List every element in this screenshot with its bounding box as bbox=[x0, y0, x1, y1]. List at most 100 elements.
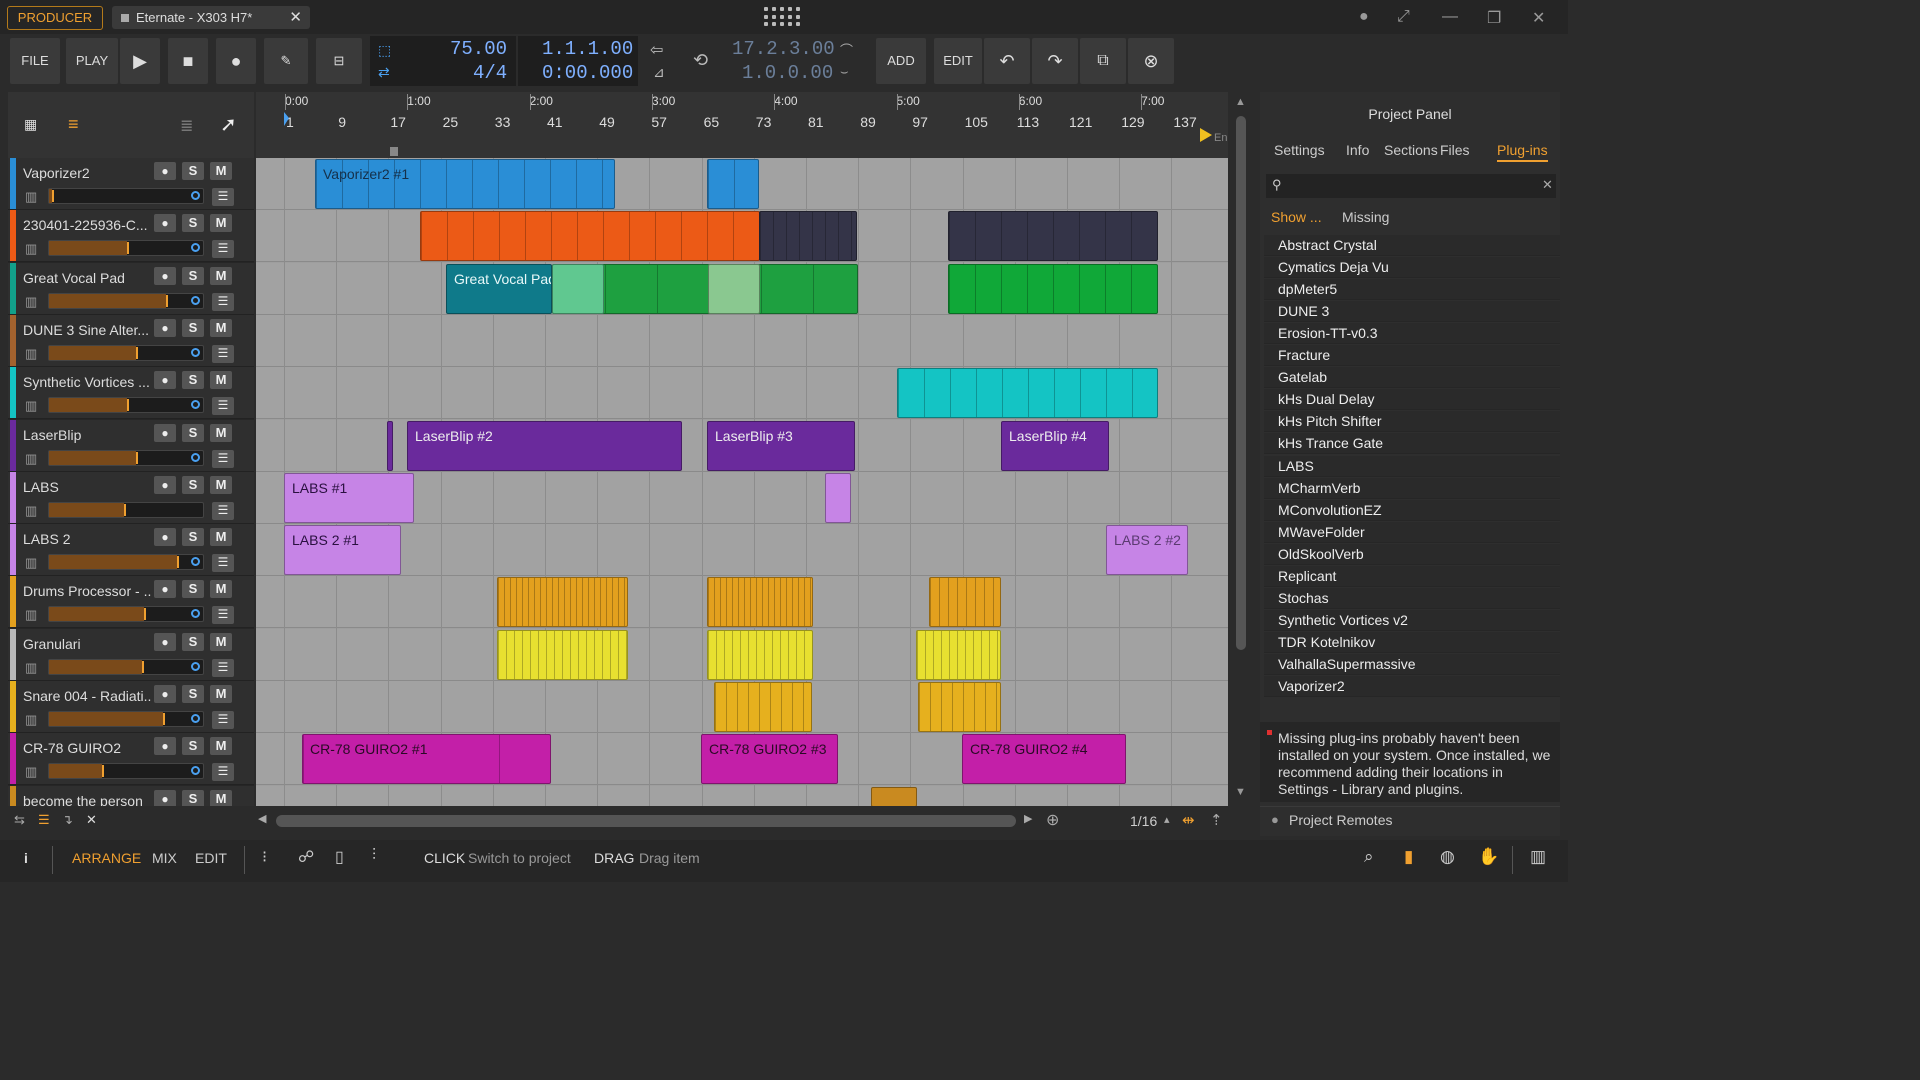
track-name[interactable]: LABS bbox=[23, 479, 151, 495]
plugin-list-item[interactable]: ValhallaSupermassive bbox=[1264, 653, 1560, 675]
track-activate-button[interactable]: ● bbox=[154, 528, 176, 547]
clip[interactable]: CR-78 GUIRO2 #4 bbox=[962, 734, 1126, 785]
clip[interactable] bbox=[552, 263, 604, 314]
clip[interactable] bbox=[714, 682, 812, 732]
position-display[interactable]: 1.1.1.00 0:00.000 bbox=[518, 36, 638, 86]
plugin-list-item[interactable]: DUNE 3 bbox=[1264, 301, 1560, 323]
track-lane[interactable] bbox=[256, 314, 1228, 367]
vertical-scrollbar[interactable]: ▲ ▼ bbox=[1230, 92, 1252, 806]
mixer-icon[interactable]: ⫶ bbox=[372, 847, 376, 865]
copy-icon[interactable]: ⧉ bbox=[1080, 38, 1126, 84]
mute-button[interactable]: M bbox=[210, 632, 232, 651]
solo-button[interactable]: S bbox=[182, 580, 204, 599]
volume-knob[interactable] bbox=[127, 399, 129, 412]
clip[interactable] bbox=[708, 263, 760, 314]
remote-icon[interactable]: ◍ bbox=[1440, 847, 1455, 867]
swap-icon[interactable]: ⇆ bbox=[14, 812, 25, 828]
filter-missing[interactable]: Missing bbox=[1342, 209, 1389, 225]
volume-slider[interactable] bbox=[48, 763, 204, 780]
monitor-icon[interactable] bbox=[191, 347, 200, 357]
track-menu-icon[interactable]: ☰ bbox=[212, 292, 234, 311]
clip[interactable]: LABS 2 #2 bbox=[1106, 525, 1188, 576]
device-chain-icon[interactable]: ☍ bbox=[298, 847, 314, 867]
volume-slider[interactable] bbox=[48, 554, 204, 571]
solo-button[interactable]: S bbox=[182, 632, 204, 651]
monitor-icon[interactable] bbox=[191, 766, 200, 776]
clip[interactable]: CR-78 GUIRO2 #3 bbox=[701, 734, 838, 785]
info-icon[interactable]: i bbox=[24, 850, 28, 866]
plugin-list-item[interactable]: MCharmVerb bbox=[1264, 477, 1560, 499]
track-menu-icon[interactable]: ☰ bbox=[212, 240, 234, 259]
grid-dropdown-icon[interactable]: ▴ bbox=[1164, 813, 1170, 826]
track-header[interactable]: become the person ● S M bbox=[8, 785, 254, 806]
volume-knob[interactable] bbox=[127, 242, 129, 255]
solo-button[interactable]: S bbox=[182, 475, 204, 494]
volume-knob[interactable] bbox=[136, 346, 138, 359]
solo-button[interactable]: S bbox=[182, 737, 204, 756]
mute-button[interactable]: M bbox=[210, 737, 232, 756]
tab-info[interactable]: Info bbox=[1346, 142, 1369, 158]
clip[interactable]: Vaporizer2 #1 bbox=[315, 159, 615, 209]
solo-button[interactable]: S bbox=[182, 162, 204, 180]
track-header[interactable]: LABS ● S M ▥ ☰ bbox=[8, 471, 254, 524]
browser-icon[interactable]: ▮ bbox=[1404, 847, 1413, 867]
track-header[interactable]: Granulari ● S M ▥ ☰ bbox=[8, 628, 254, 681]
volume-knob[interactable] bbox=[163, 713, 165, 725]
track-name[interactable]: Vaporizer2 bbox=[23, 165, 151, 181]
plugin-list-item[interactable]: Vaporizer2 bbox=[1264, 676, 1560, 697]
volume-slider[interactable] bbox=[48, 240, 204, 257]
volume-slider[interactable] bbox=[48, 292, 204, 309]
track-menu-icon[interactable]: ☰ bbox=[212, 344, 234, 363]
clip[interactable] bbox=[707, 159, 759, 209]
clip[interactable] bbox=[707, 577, 813, 628]
automation-write-icon[interactable]: ✎ bbox=[264, 38, 308, 84]
track-activate-button[interactable]: ● bbox=[154, 685, 176, 703]
monitor-icon[interactable] bbox=[191, 191, 200, 200]
clip[interactable] bbox=[759, 211, 857, 262]
fade-in-icon[interactable]: ⌒ bbox=[840, 40, 853, 59]
track-header[interactable]: LaserBlip ● S M ▥ ☰ bbox=[8, 419, 254, 472]
volume-knob[interactable] bbox=[124, 503, 126, 516]
pointer-tool-icon[interactable]: ➚ bbox=[220, 112, 237, 137]
undo-icon[interactable]: ↶ bbox=[984, 38, 1030, 84]
volume-knob[interactable] bbox=[166, 294, 168, 307]
track-activate-button[interactable]: ● bbox=[154, 423, 176, 442]
mute-button[interactable]: M bbox=[210, 318, 232, 337]
scroll-right-icon[interactable]: ▶ bbox=[1024, 812, 1032, 825]
adaptive-grid-icon[interactable]: ⇡ bbox=[1210, 811, 1223, 829]
arranger[interactable]: 0:00 1:00 2:00 3:00 4:00 5:00 6:00 7:00 1 9 17 25 33… bbox=[256, 92, 1228, 806]
plugin-list-item[interactable]: kHs Trance Gate bbox=[1264, 433, 1560, 455]
track-menu-icon[interactable]: ☰ bbox=[212, 397, 234, 416]
track-activate-button[interactable]: ● bbox=[154, 371, 176, 390]
track-activate-button[interactable]: ● bbox=[154, 266, 176, 285]
clip[interactable] bbox=[948, 263, 1158, 314]
track-menu-icon[interactable]: ☰ bbox=[212, 658, 234, 677]
volume-knob[interactable] bbox=[136, 451, 138, 464]
track-menu-icon[interactable]: ☰ bbox=[212, 554, 234, 573]
track-activate-button[interactable]: ● bbox=[154, 789, 176, 806]
volume-knob[interactable] bbox=[52, 190, 54, 202]
clip[interactable] bbox=[707, 629, 813, 680]
scroll-left-icon[interactable]: ◀ bbox=[258, 812, 266, 825]
clip[interactable] bbox=[497, 577, 628, 628]
track-name[interactable]: CR-78 GUIRO2 bbox=[23, 740, 151, 756]
search-icon[interactable]: ⌕ bbox=[1364, 847, 1374, 867]
monitor-icon[interactable] bbox=[191, 400, 200, 410]
edit-button[interactable]: EDIT bbox=[934, 38, 982, 84]
solo-button[interactable]: S bbox=[182, 266, 204, 285]
end-marker-icon[interactable] bbox=[1200, 128, 1212, 142]
track-header[interactable]: Drums Processor - ... ● S M ▥ ☰ bbox=[8, 576, 254, 629]
grid-resolution[interactable]: 1/16 bbox=[1130, 813, 1157, 829]
punch-out-icon[interactable]: ⊿ bbox=[653, 64, 665, 81]
volume-slider[interactable] bbox=[48, 711, 204, 727]
track-header[interactable]: LABS 2 ● S M ▥ ☰ bbox=[8, 524, 254, 577]
overdub-icon[interactable]: ⊟ bbox=[316, 38, 362, 84]
solo-button[interactable]: S bbox=[182, 423, 204, 442]
monitor-icon[interactable] bbox=[191, 295, 200, 305]
grid-view-icon[interactable]: ▦ bbox=[24, 116, 37, 133]
solo-button[interactable]: S bbox=[182, 685, 204, 703]
fullscreen-icon[interactable]: ⤢ bbox=[1397, 8, 1410, 26]
tab-files[interactable]: Files bbox=[1440, 142, 1470, 158]
plugin-list-item[interactable]: Abstract Crystal bbox=[1264, 235, 1560, 256]
track-menu-icon[interactable]: ☰ bbox=[212, 606, 234, 625]
